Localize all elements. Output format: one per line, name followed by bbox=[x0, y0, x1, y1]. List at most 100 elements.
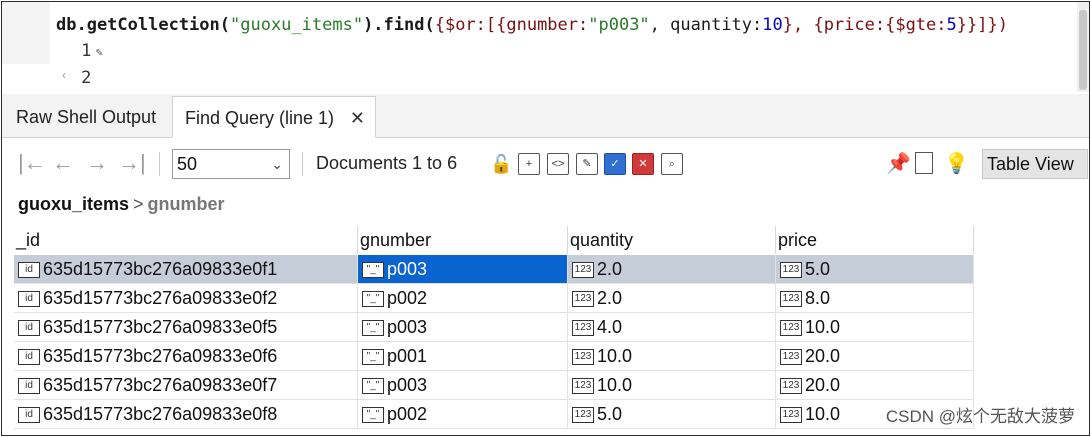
column-header-quantity[interactable]: quantity bbox=[568, 226, 776, 254]
edit-document-icon[interactable]: ✎ bbox=[576, 153, 598, 175]
quantity-cell[interactable]: 123 4.0 bbox=[568, 313, 776, 341]
code-line-2[interactable]: 2 bbox=[2, 39, 91, 88]
objectid-type-icon: id bbox=[18, 320, 40, 337]
result-toolbar: |← ← → →| 50 ⌄ Documents 1 to 6 🔓 + <> ✎… bbox=[2, 139, 1089, 189]
cell-value: p002 bbox=[387, 288, 428, 308]
tab-find-query[interactable]: Find Query (line 1) ✕ bbox=[172, 96, 376, 138]
id-cell[interactable]: id 635d15773bc276a09833e0f7 bbox=[14, 371, 358, 399]
view-mode-select[interactable]: Table View bbox=[982, 149, 1088, 179]
tab-raw-shell-output[interactable]: Raw Shell Output bbox=[4, 96, 168, 138]
price-cell[interactable]: 123 5.0 bbox=[776, 255, 974, 283]
chevron-down-icon: ⌄ bbox=[271, 156, 283, 172]
table-row[interactable]: id 635d15773bc276a09833e0f7 "_" p003 123 10… bbox=[14, 371, 974, 400]
breadcrumb-separator: > bbox=[133, 194, 144, 214]
query-document-icon[interactable]: ⌕ bbox=[661, 153, 683, 175]
gnumber-cell[interactable]: "_" p001 bbox=[358, 342, 568, 370]
id-cell[interactable]: id 635d15773bc276a09833e0f8 bbox=[14, 400, 358, 428]
add-document-icon[interactable]: + bbox=[518, 153, 540, 175]
quantity-cell[interactable]: 123 2.0 bbox=[568, 284, 776, 312]
table-row[interactable]: id 635d15773bc276a09833e0f8 "_" p002 123 5.… bbox=[14, 400, 974, 429]
scrollbar-thumb[interactable] bbox=[1079, 10, 1087, 90]
code-line-1[interactable]: 1 ✎ db.getCollection("guoxu_items").find(… bbox=[2, 12, 1008, 61]
id-cell[interactable]: id 635d15773bc276a09833e0f6 bbox=[14, 342, 358, 370]
cell-value: 10.0 bbox=[597, 346, 633, 366]
view-json-icon[interactable]: <> bbox=[547, 153, 569, 175]
number-type-icon: 123 bbox=[780, 291, 802, 308]
last-page-icon[interactable]: →| bbox=[118, 151, 146, 175]
quantity-cell[interactable]: 123 10.0 bbox=[568, 342, 776, 370]
cell-value: 635d15773bc276a09833e0f1 bbox=[43, 259, 278, 279]
previous-page-icon[interactable]: ← bbox=[52, 151, 74, 175]
cell-value: 635d15773bc276a09833e0f6 bbox=[43, 346, 278, 366]
objectid-type-icon: id bbox=[18, 349, 40, 366]
gnumber-cell[interactable]: "_" p002 bbox=[358, 284, 568, 312]
table-row[interactable]: id 635d15773bc276a09833e0f2 "_" p002 123 2.… bbox=[14, 284, 974, 313]
price-cell[interactable]: 123 10.0 bbox=[776, 313, 974, 341]
column-header-price[interactable]: price bbox=[776, 226, 974, 254]
quantity-cell[interactable]: 123 10.0 bbox=[568, 371, 776, 399]
tab-label: Find Query (line 1) bbox=[185, 108, 335, 128]
first-page-icon[interactable]: |← bbox=[18, 151, 46, 175]
cell-value: 5.0 bbox=[597, 404, 623, 424]
document-icon[interactable] bbox=[915, 152, 933, 174]
number-type-icon: 123 bbox=[572, 320, 594, 337]
cell-value: p001 bbox=[387, 346, 428, 366]
price-cell[interactable]: 123 20.0 bbox=[776, 371, 974, 399]
cell-value: p003 bbox=[387, 375, 428, 395]
unlock-icon[interactable]: 🔓 bbox=[490, 153, 512, 175]
id-cell[interactable]: id 635d15773bc276a09833e0f2 bbox=[14, 284, 358, 312]
validate-icon[interactable]: ✓ bbox=[604, 153, 626, 175]
id-cell[interactable]: id 635d15773bc276a09833e0f1 bbox=[14, 255, 358, 283]
gnumber-cell[interactable]: "_" p002 bbox=[358, 400, 568, 428]
cell-value: p003 bbox=[387, 317, 428, 337]
scroll-left-icon[interactable]: ‹ bbox=[62, 68, 66, 82]
app-window: 1 ✎ db.getCollection("guoxu_items").find(… bbox=[1, 1, 1090, 436]
lightbulb-icon[interactable]: 💡 bbox=[944, 151, 969, 176]
close-icon[interactable]: ✕ bbox=[350, 97, 365, 139]
cell-value: 635d15773bc276a09833e0f7 bbox=[43, 375, 278, 395]
column-header-id[interactable]: _id bbox=[14, 226, 358, 254]
cell-value: p003 bbox=[387, 259, 428, 279]
cell-value: 10.0 bbox=[805, 404, 841, 424]
page-size-select[interactable]: 50 ⌄ bbox=[172, 149, 290, 179]
cell-value: 8.0 bbox=[805, 288, 831, 308]
breadcrumb-field[interactable]: gnumber bbox=[148, 194, 225, 214]
code-token: 10 bbox=[762, 15, 783, 35]
number-type-icon: 123 bbox=[572, 378, 594, 395]
table-row[interactable]: id 635d15773bc276a09833e0f5 "_" p003 123 4.… bbox=[14, 313, 974, 342]
id-cell[interactable]: id 635d15773bc276a09833e0f5 bbox=[14, 313, 358, 341]
string-type-icon: "_" bbox=[362, 262, 384, 279]
gnumber-cell[interactable]: "_" p003 bbox=[358, 371, 568, 399]
price-cell[interactable]: 123 20.0 bbox=[776, 342, 974, 370]
gnumber-cell[interactable]: "_" p003 bbox=[358, 255, 568, 283]
breadcrumb-collection[interactable]: guoxu_items bbox=[18, 194, 129, 214]
quantity-cell[interactable]: 123 2.0 bbox=[568, 255, 776, 283]
column-header-gnumber[interactable]: gnumber bbox=[358, 226, 568, 254]
next-page-icon[interactable]: → bbox=[86, 151, 108, 175]
cell-value: 20.0 bbox=[805, 375, 841, 395]
number-type-icon: 123 bbox=[572, 291, 594, 308]
quantity-cell[interactable]: 123 5.0 bbox=[568, 400, 776, 428]
cell-value: 2.0 bbox=[597, 259, 623, 279]
delete-icon[interactable]: ✕ bbox=[632, 153, 654, 175]
editor-scrollbar[interactable] bbox=[1077, 2, 1089, 92]
code-token: "guoxu_items" bbox=[230, 15, 364, 35]
number-type-icon: 123 bbox=[572, 407, 594, 424]
table-row[interactable]: id 635d15773bc276a09833e0f1 "_" p003 123 2.… bbox=[14, 255, 974, 284]
query-editor[interactable]: 1 ✎ db.getCollection("guoxu_items").find(… bbox=[2, 2, 1089, 92]
code-token: {$or:[{gnumber: bbox=[434, 15, 589, 35]
table-row[interactable]: id 635d15773bc276a09833e0f6 "_" p001 123 10… bbox=[14, 342, 974, 371]
watermark: CSDN @炫个无敌大菠萝 bbox=[885, 407, 1075, 426]
price-cell[interactable]: 123 8.0 bbox=[776, 284, 974, 312]
page-size-value: 50 bbox=[177, 154, 198, 174]
cell-value: p002 bbox=[387, 404, 428, 424]
cell-value: 635d15773bc276a09833e0f8 bbox=[43, 404, 278, 424]
cell-value: 5.0 bbox=[805, 259, 831, 279]
string-type-icon: "_" bbox=[362, 320, 384, 337]
query-code[interactable]: db.getCollection("guoxu_items").find({$o… bbox=[56, 12, 1008, 38]
number-type-icon: 123 bbox=[572, 349, 594, 366]
string-type-icon: "_" bbox=[362, 349, 384, 366]
pin-icon[interactable]: 📌 bbox=[886, 151, 911, 176]
breadcrumb: guoxu_items > gnumber bbox=[18, 194, 225, 215]
gnumber-cell[interactable]: "_" p003 bbox=[358, 313, 568, 341]
